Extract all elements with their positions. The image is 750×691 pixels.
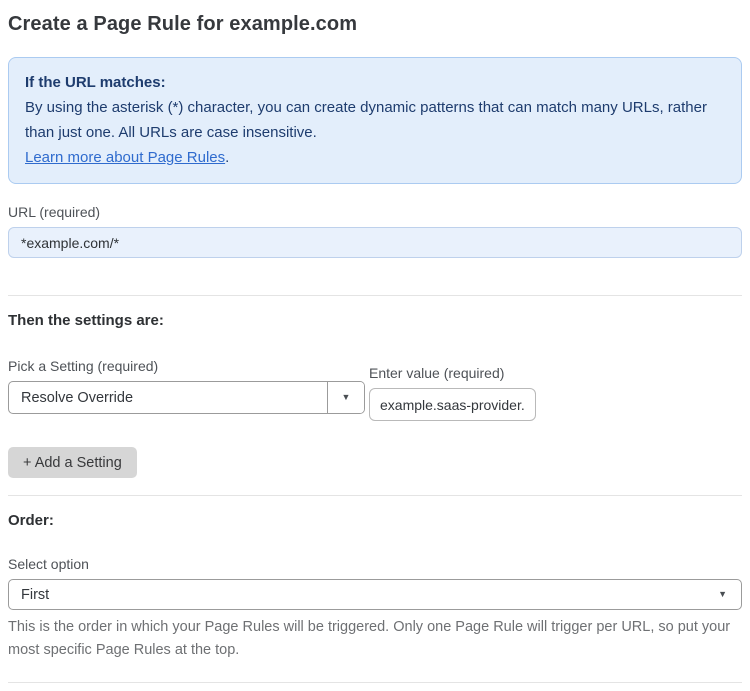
- order-section-heading: Order:: [8, 512, 54, 529]
- order-select-value: First: [21, 586, 50, 603]
- setting-select-column: Pick a Setting (required) Resolve Overri…: [8, 338, 365, 421]
- order-help-text: This is the order in which your Page Rul…: [8, 619, 731, 658]
- learn-more-link[interactable]: Learn more about Page Rules: [25, 149, 225, 166]
- setting-select-label: Pick a Setting (required): [8, 358, 159, 374]
- setting-select-arrow-button[interactable]: ▼: [327, 382, 364, 413]
- page-rule-form: Create a Page Rule for example.com If th…: [0, 0, 750, 691]
- section-divider: [8, 495, 742, 496]
- url-field-label: URL (required): [8, 204, 101, 220]
- order-select-label: Select option: [8, 556, 89, 572]
- order-select[interactable]: First ▼: [8, 579, 742, 610]
- url-input[interactable]: [8, 227, 742, 258]
- setting-value-column: Enter value (required): [369, 338, 536, 421]
- page-title: Create a Page Rule for example.com: [8, 13, 358, 35]
- info-box-body: By using the asterisk (*) character, you…: [25, 99, 707, 141]
- info-box-link-line: Learn more about Page Rules.: [25, 145, 725, 170]
- setting-select-value: Resolve Override: [21, 389, 134, 406]
- info-box-heading: If the URL matches:: [25, 74, 166, 91]
- footer-divider: [8, 682, 742, 683]
- url-match-info-box: If the URL matches: By using the asteris…: [8, 57, 742, 184]
- settings-section-heading: Then the settings are:: [8, 312, 164, 329]
- section-divider: [8, 295, 742, 296]
- setting-value-input[interactable]: [369, 388, 536, 421]
- chevron-down-icon: ▼: [718, 589, 727, 599]
- add-setting-button[interactable]: + Add a Setting: [8, 447, 137, 478]
- setting-select[interactable]: Resolve Override ▼: [8, 381, 365, 414]
- chevron-down-icon: ▼: [341, 392, 351, 402]
- link-suffix: .: [225, 149, 230, 166]
- value-field-label: Enter value (required): [369, 365, 505, 381]
- settings-row: Pick a Setting (required) Resolve Overri…: [8, 338, 742, 421]
